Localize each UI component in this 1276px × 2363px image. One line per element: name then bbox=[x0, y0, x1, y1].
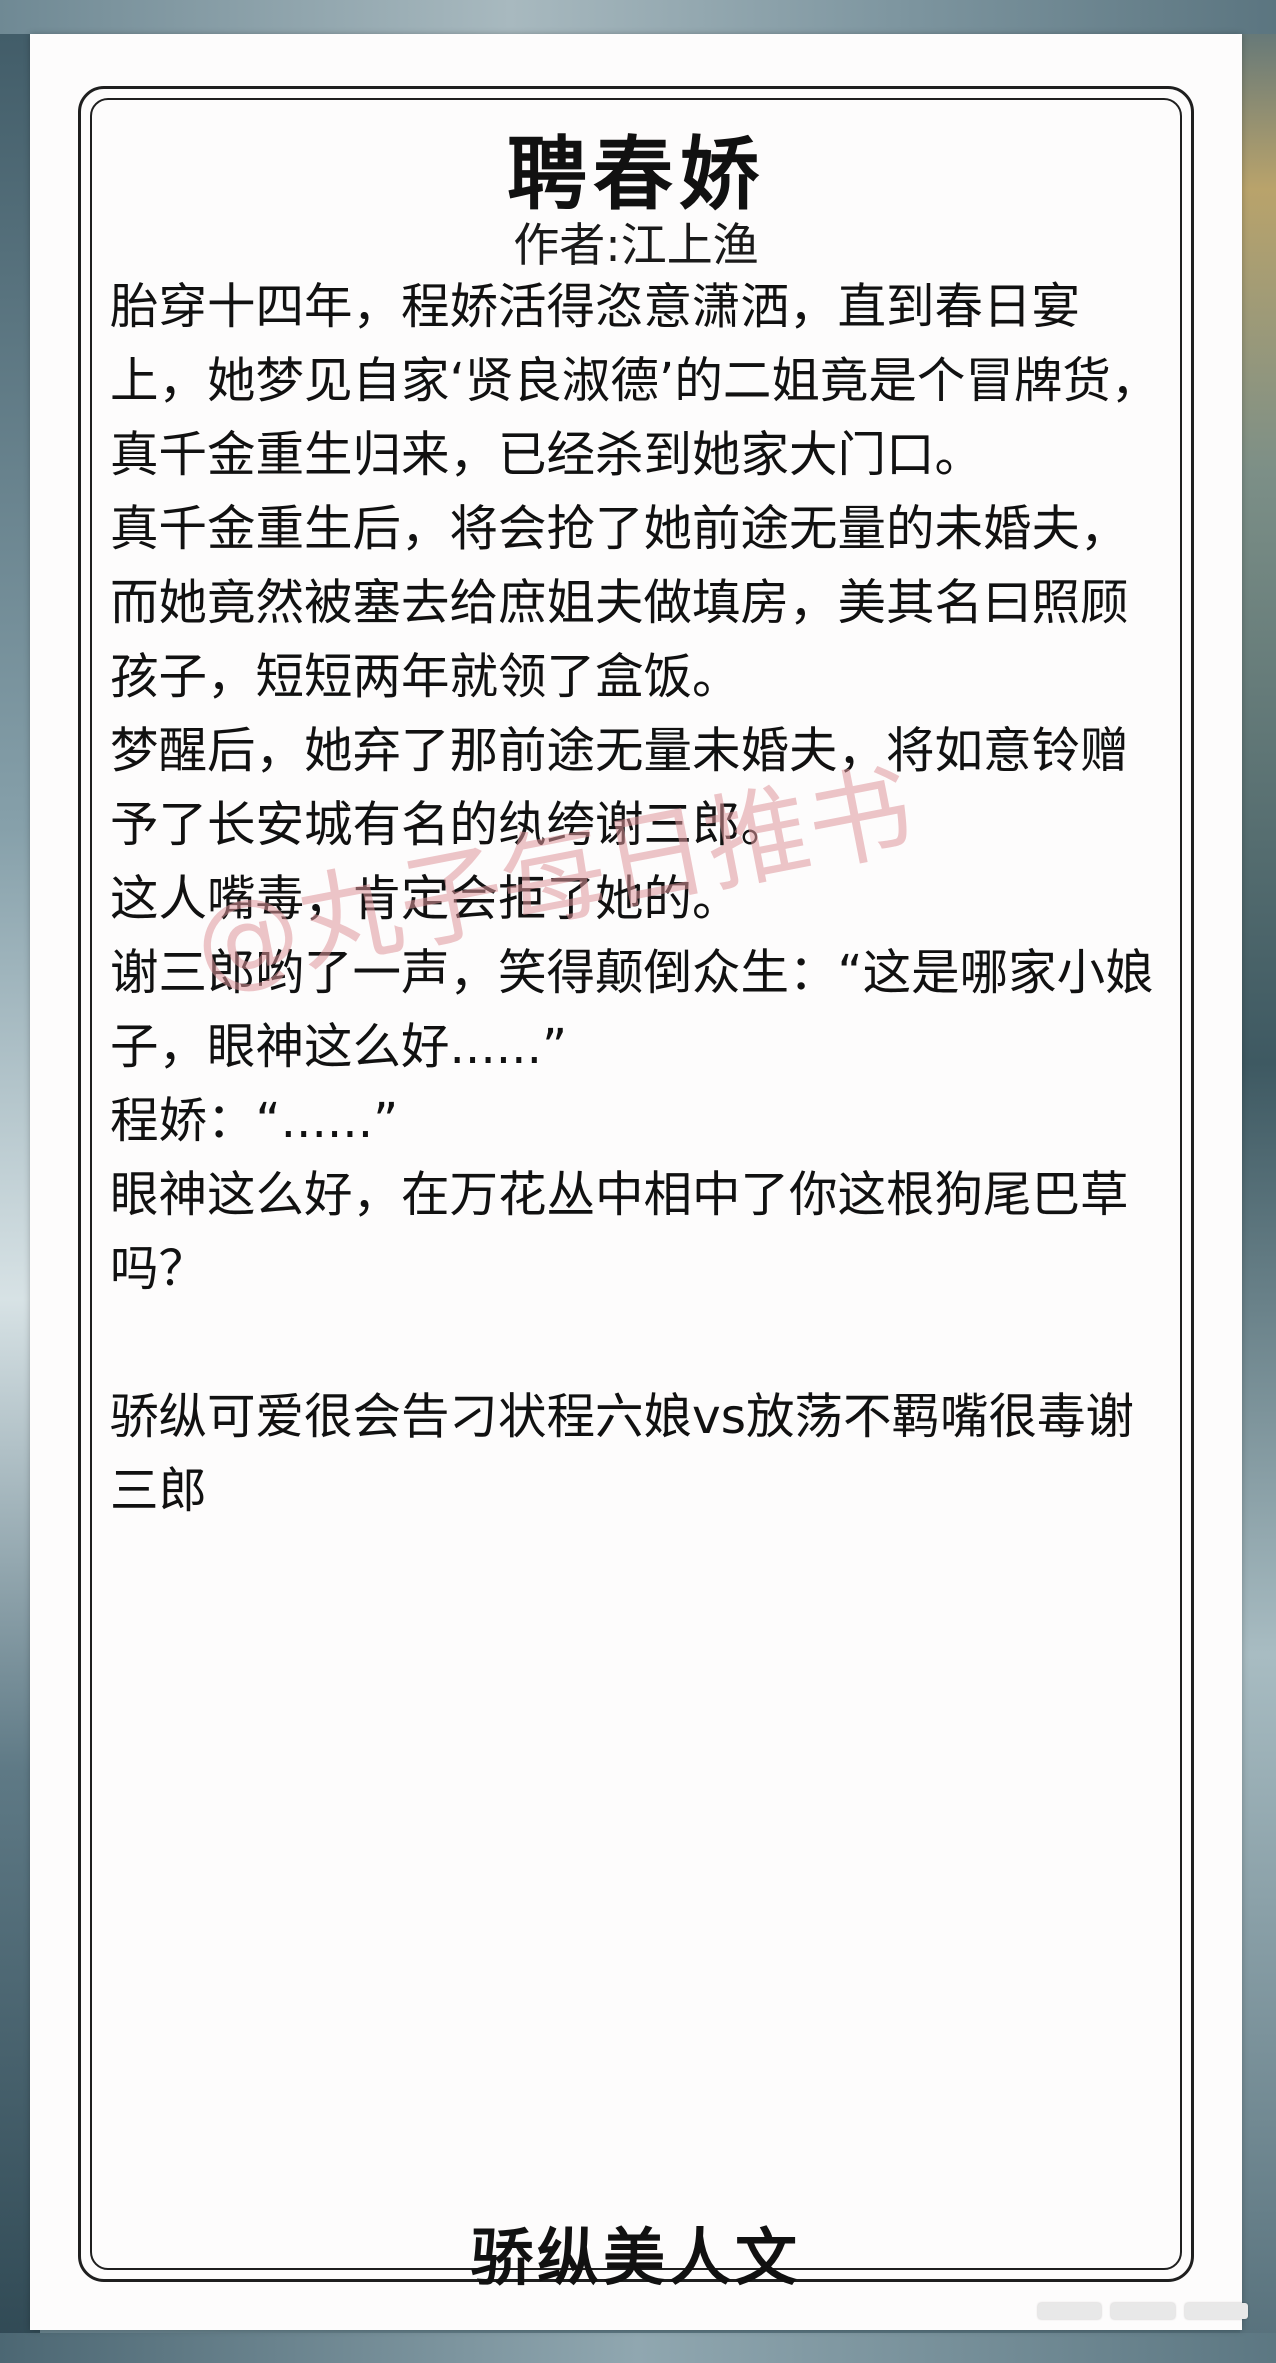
synopsis-paragraph: 谢三郎哟了一声，笑得颠倒众生：“这是哪家小娘子，眼神这么好......” bbox=[110, 945, 1154, 1075]
book-title: 聘春娇 bbox=[507, 127, 765, 221]
book-card: 聘春娇 作者:江上渔 胎穿十四年，程娇活得恣意潇洒，直到春日宴上，她梦见自家‘贤… bbox=[30, 34, 1242, 2330]
synopsis-paragraph: 程娇：“......” bbox=[110, 1093, 399, 1149]
background-scenery-right bbox=[1240, 0, 1276, 2363]
more-icon[interactable] bbox=[1038, 2303, 1248, 2327]
more-icon-bar bbox=[1111, 2303, 1175, 2319]
synopsis-paragraph: 梦醒后，她弃了那前途无量未婚夫，将如意铃赠予了长安城有名的纨绔谢三郎。 bbox=[110, 723, 1129, 853]
more-icon-bar bbox=[1038, 2303, 1102, 2319]
more-icon-bar bbox=[1184, 2303, 1248, 2319]
synopsis: 胎穿十四年，程娇活得恣意潇洒，直到春日宴上，她梦见自家‘贤良淑德’的二姐竟是个冒… bbox=[110, 270, 1170, 1528]
background-scenery-bottom bbox=[0, 2333, 1276, 2363]
background-scenery-top bbox=[0, 0, 1276, 34]
synopsis-paragraph: 眼神这么好，在万花丛中相中了你这根狗尾巴草吗？ bbox=[110, 1167, 1129, 1297]
synopsis-paragraph: 这人嘴毒，肯定会拒了她的。 bbox=[110, 871, 741, 927]
synopsis-paragraph: 胎穿十四年，程娇活得恣意潇洒，直到春日宴上，她梦见自家‘贤良淑德’的二姐竟是个冒… bbox=[110, 279, 1160, 483]
synopsis-paragraph: 真千金重生后，将会抢了她前途无量的未婚夫，而她竟然被塞去给庶姐夫做填房，美其名曰… bbox=[110, 501, 1129, 705]
tagline: 骄纵可爱很会告刁状程六娘vs放荡不羁嘴很毒谢三郎 bbox=[110, 1389, 1134, 1519]
genre-footer: 骄纵美人文 bbox=[470, 2221, 801, 2294]
book-author: 作者:江上渔 bbox=[513, 218, 759, 272]
